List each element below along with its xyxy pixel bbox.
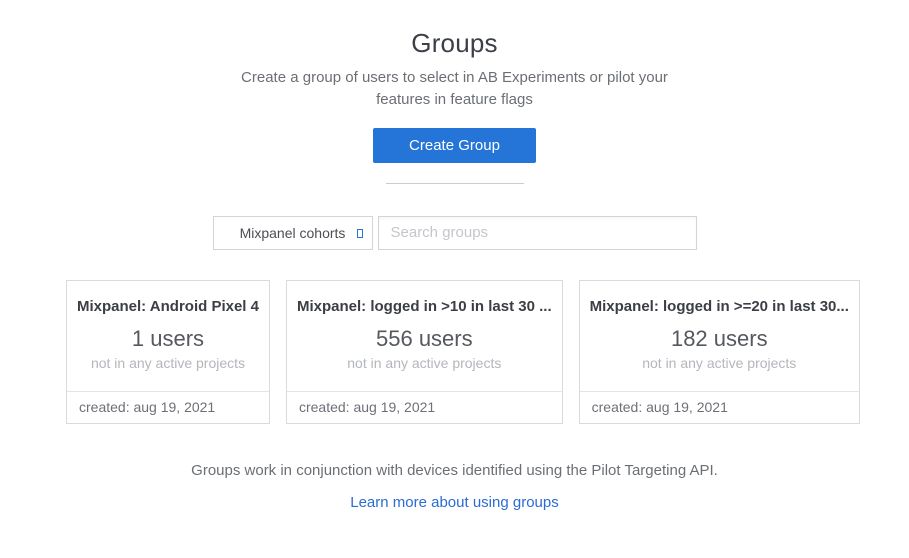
group-card[interactable]: Mixpanel: Android Pixel 4 1 users not in… (66, 280, 270, 424)
group-card-created: created: aug 19, 2021 (287, 391, 562, 423)
cohort-dropdown-value: Mixpanel cohorts (240, 225, 346, 241)
page-title: Groups (0, 28, 909, 59)
group-card-users-count: 1 users (77, 326, 259, 352)
filter-row: Mixpanel cohorts (0, 216, 909, 250)
group-card-body: Mixpanel: logged in >10 in last 30 ... 5… (287, 281, 562, 391)
page-subtitle: Create a group of users to select in AB … (220, 67, 690, 111)
group-card-created: created: aug 19, 2021 (67, 391, 269, 423)
create-group-button[interactable]: Create Group (373, 128, 536, 163)
group-card-users-count: 556 users (297, 326, 552, 352)
groups-page: Groups Create a group of users to select… (0, 0, 909, 512)
group-card-title: Mixpanel: logged in >10 in last 30 ... (297, 298, 552, 315)
search-groups-input[interactable] (378, 216, 697, 250)
group-card-title: Mixpanel: logged in >=20 in last 30... (590, 298, 849, 315)
group-card[interactable]: Mixpanel: logged in >10 in last 30 ... 5… (286, 280, 563, 424)
group-card[interactable]: Mixpanel: logged in >=20 in last 30... 1… (579, 280, 860, 424)
group-card-status: not in any active projects (297, 355, 552, 371)
group-cards-row: Mixpanel: Android Pixel 4 1 users not in… (66, 280, 843, 424)
group-card-body: Mixpanel: Android Pixel 4 1 users not in… (67, 281, 269, 391)
footer-info-text: Groups work in conjunction with devices … (0, 462, 909, 479)
cohort-source-dropdown[interactable]: Mixpanel cohorts (213, 216, 373, 250)
group-card-users-count: 182 users (590, 326, 849, 352)
learn-more-link[interactable]: Learn more about using groups (350, 494, 558, 511)
dropdown-caret-icon (357, 229, 363, 238)
group-card-created: created: aug 19, 2021 (580, 391, 859, 423)
group-card-status: not in any active projects (590, 355, 849, 371)
group-card-title: Mixpanel: Android Pixel 4 (77, 298, 259, 315)
group-card-body: Mixpanel: logged in >=20 in last 30... 1… (580, 281, 859, 391)
group-card-status: not in any active projects (77, 355, 259, 371)
page-header: Groups Create a group of users to select… (0, 28, 909, 184)
header-divider (386, 183, 524, 184)
